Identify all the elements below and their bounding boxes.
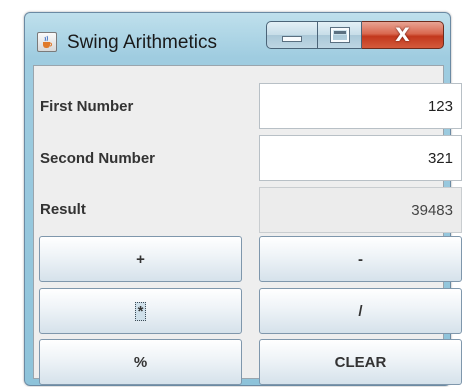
first-number-field[interactable] [259,83,462,129]
close-icon: X [395,24,410,46]
title-bar[interactable]: Swing Arithmetics X [25,13,450,65]
add-button-label: + [136,250,145,268]
result-field [259,187,462,233]
second-number-label: Second Number [40,150,156,167]
window-title: Swing Arithmetics [67,32,217,53]
close-button[interactable]: X [362,21,444,49]
calculator-panel: First Number Second Number Result + - * … [33,65,462,385]
clear-button-label: CLEAR [334,353,387,371]
java-cup-icon[interactable] [37,32,57,52]
minimize-button[interactable] [266,21,318,49]
multiply-button-label: * [134,301,147,321]
maximize-button[interactable] [318,21,362,49]
modulo-button-label: % [133,353,148,371]
maximize-icon [329,27,350,43]
add-button[interactable]: + [39,236,242,282]
subtract-button[interactable]: - [259,236,462,282]
app-window: Swing Arithmetics X First Number Second … [24,12,462,386]
clear-button[interactable]: CLEAR [259,339,462,385]
second-number-field[interactable] [259,135,462,181]
subtract-button-label: - [358,250,363,268]
divide-button[interactable]: / [259,288,462,334]
divide-button-label: / [358,302,363,320]
window-controls: X [266,21,444,51]
multiply-button[interactable]: * [39,288,242,334]
minimize-icon [282,36,302,42]
result-label: Result [40,201,86,218]
first-number-label: First Number [40,98,134,115]
modulo-button[interactable]: % [39,339,242,385]
